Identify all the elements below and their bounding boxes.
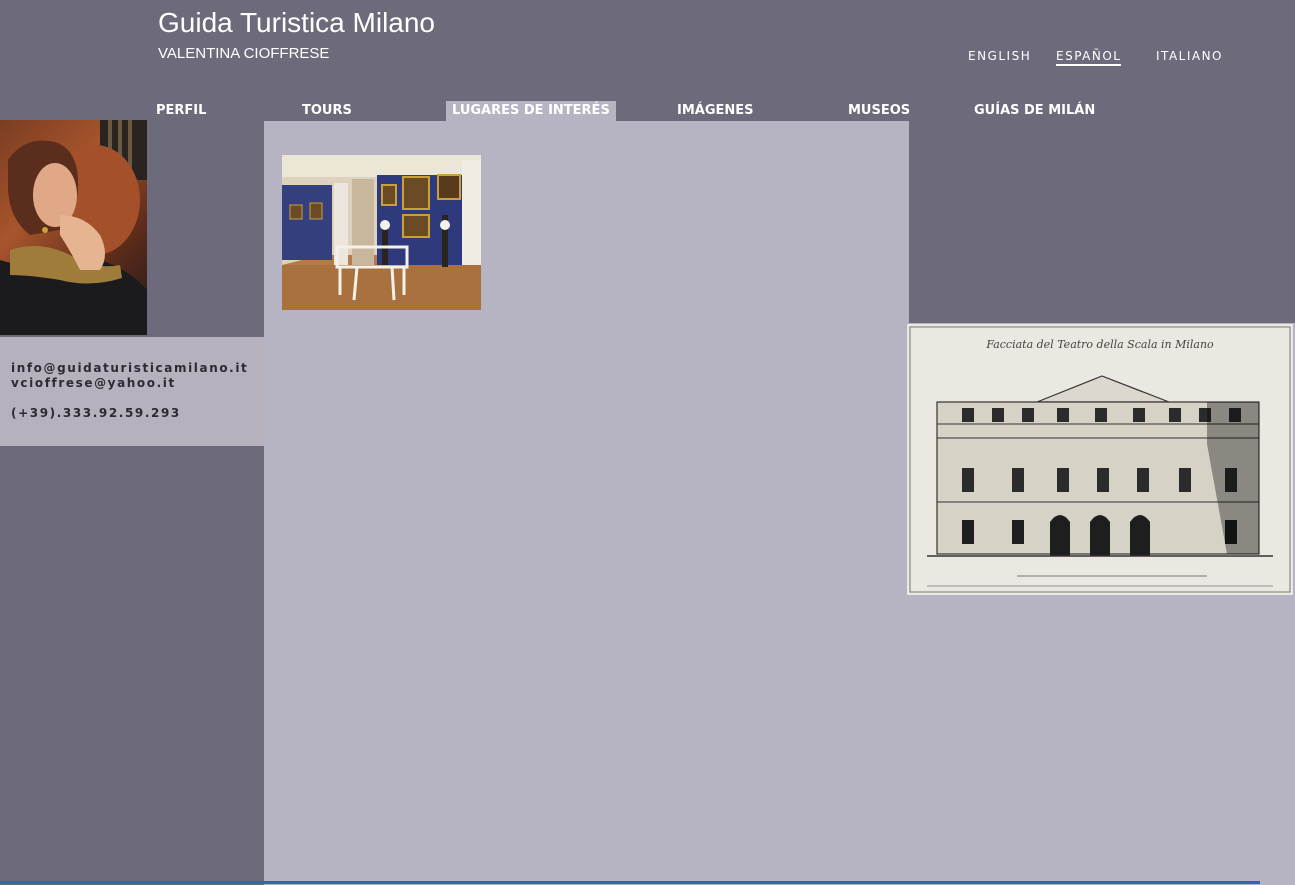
contact-phone: (+39).333.92.59.293 xyxy=(11,406,181,420)
theatre-facade-graphic xyxy=(909,326,1291,593)
lang-espanol[interactable]: ESPAÑOL xyxy=(1056,49,1122,66)
nav-guias-de-milan[interactable]: GUÍAS DE MILÁN xyxy=(974,101,1095,121)
nav-imagenes[interactable]: IMÁGENES xyxy=(677,101,754,121)
nav-perfil[interactable]: PERFIL xyxy=(156,101,206,121)
interior-thumbnail[interactable] xyxy=(282,155,481,310)
contact-email-info[interactable]: info@guidaturisticamilano.it xyxy=(11,361,248,375)
lang-italiano[interactable]: ITALIANO xyxy=(1156,49,1223,63)
site-subtitle: VALENTINA CIOFFRESE xyxy=(158,45,330,62)
profile-photo xyxy=(0,120,147,335)
profile-photo-graphic xyxy=(0,120,147,335)
scala-engraving[interactable]: Facciata del Teatro della Scala in Milan… xyxy=(907,324,1293,595)
lang-english[interactable]: ENGLISH xyxy=(968,49,1031,63)
site-title[interactable]: Guida Turistica Milano xyxy=(158,7,435,39)
nav-museos[interactable]: MUSEOS xyxy=(848,101,910,121)
nav-lugares-de-interes[interactable]: LUGARES DE INTERÉS xyxy=(446,101,616,121)
contact-email-personal[interactable]: vcioffrese@yahoo.it xyxy=(11,376,176,390)
nav-tours[interactable]: TOURS xyxy=(302,101,352,121)
interior-thumbnail-graphic xyxy=(282,155,481,310)
bottom-edge-bar xyxy=(0,881,1260,884)
contact-box: info@guidaturisticamilano.it vcioffrese@… xyxy=(0,337,264,446)
